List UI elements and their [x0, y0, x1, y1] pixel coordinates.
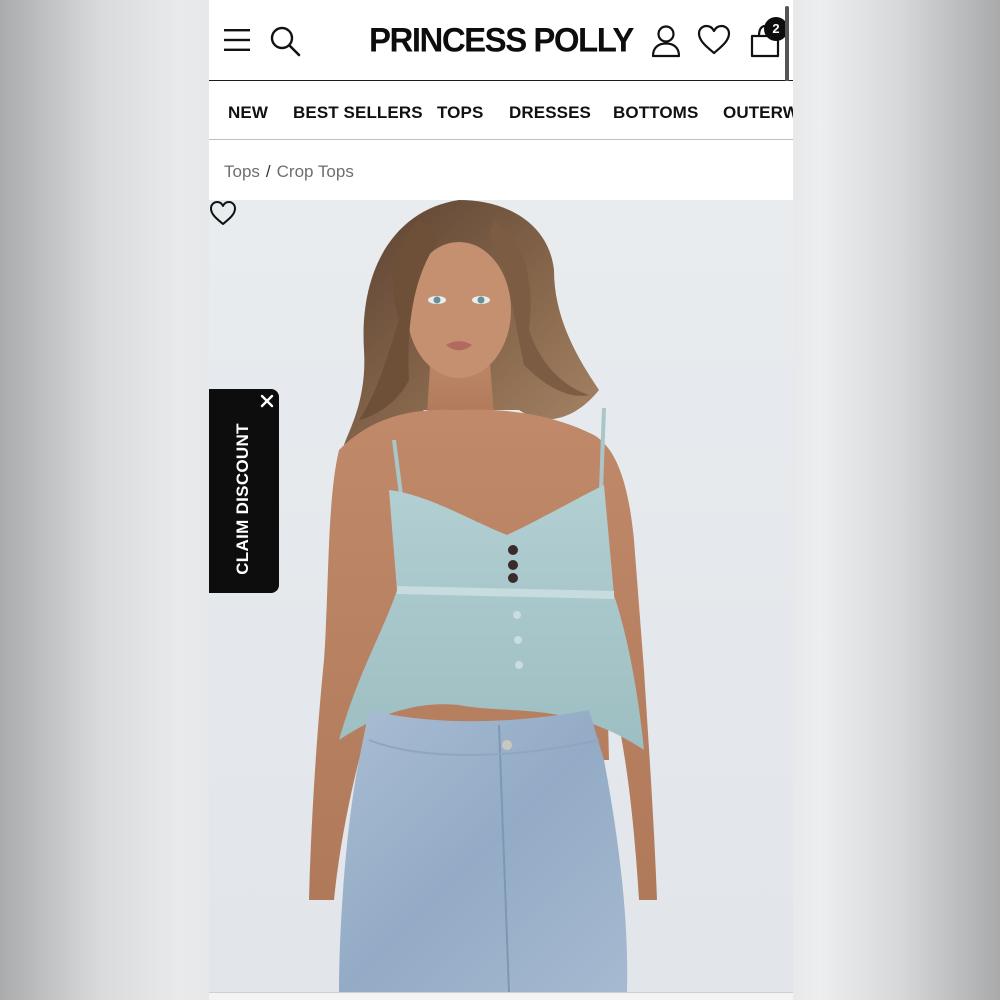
- nav-item-new[interactable]: NEW: [228, 81, 268, 139]
- claim-discount-tab[interactable]: CLAIM DISCOUNT: [209, 389, 279, 593]
- app-screen: PRINCESS POLLY 2 NEW BEST SELLERS TOPS D…: [209, 0, 793, 1000]
- nav-item-tops[interactable]: TOPS: [437, 81, 483, 139]
- close-icon[interactable]: [259, 393, 275, 409]
- claim-discount-label: CLAIM DISCOUNT: [233, 423, 252, 575]
- menu-icon[interactable]: [223, 27, 251, 53]
- model-photo: [309, 200, 657, 992]
- nav-item-best-sellers[interactable]: BEST SELLERS: [293, 81, 423, 139]
- breadcrumb-separator: /: [265, 162, 271, 181]
- breadcrumb: Tops / Crop Tops: [224, 158, 354, 186]
- nav-item-outerwear[interactable]: OUTERW: [723, 81, 793, 139]
- nav-item-dresses[interactable]: DRESSES: [509, 81, 591, 139]
- add-to-wishlist-icon[interactable]: [209, 200, 237, 226]
- breadcrumb-link-tops[interactable]: Tops: [224, 158, 260, 186]
- category-nav: NEW BEST SELLERS TOPS DRESSES BOTTOMS OU…: [209, 81, 793, 140]
- header: PRINCESS POLLY 2: [209, 0, 793, 81]
- nav-item-bottoms[interactable]: BOTTOMS: [613, 81, 698, 139]
- wishlist-heart-icon[interactable]: [697, 24, 731, 56]
- product-image[interactable]: [209, 200, 793, 992]
- search-icon[interactable]: [269, 25, 301, 57]
- breadcrumb-link-crop-tops[interactable]: Crop Tops: [277, 158, 354, 186]
- brand-logo[interactable]: PRINCESS POLLY: [369, 19, 634, 61]
- bottom-edge: [209, 992, 793, 1000]
- account-icon[interactable]: [650, 24, 682, 58]
